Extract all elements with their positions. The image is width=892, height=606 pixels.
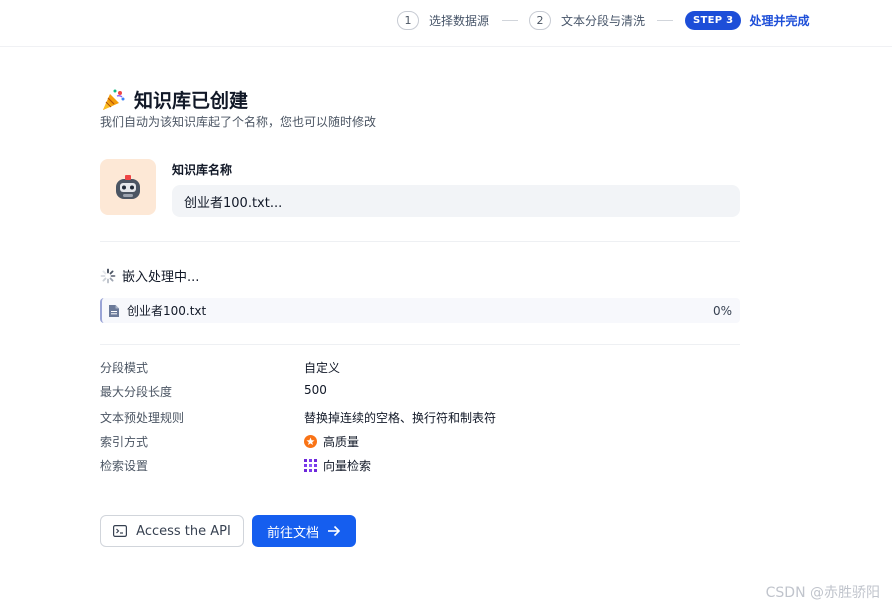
detail-row-preprocess: 文本预处理规则 替换掉连续的空格、换行符和制表符 [100, 409, 740, 427]
detail-value: 500 [304, 383, 327, 397]
detail-key: 检索设置 [100, 459, 149, 473]
access-api-button[interactable]: Access the API [100, 515, 244, 547]
embedding-status-text: 嵌入处理中... [122, 270, 200, 285]
access-api-label: Access the API [136, 523, 231, 539]
step-connector [657, 20, 673, 21]
kb-name-label: 知识库名称 [172, 163, 233, 177]
step-1-label: 选择数据源 [429, 14, 490, 28]
kb-avatar[interactable] [100, 159, 156, 215]
step-3-pill: STEP 3 [685, 11, 742, 30]
step-2-number: 2 [529, 11, 551, 30]
step-3-label: 处理并完成 [749, 14, 810, 28]
step-1-number: 1 [397, 11, 419, 30]
embedding-status: 嵌入处理中... [100, 266, 199, 285]
detail-value: 替换掉连续的空格、换行符和制表符 [304, 411, 497, 425]
go-to-document-label: 前往文档 [266, 525, 319, 541]
step-1: 1 选择数据源 [397, 10, 489, 31]
detail-row-max-length: 最大分段长度 500 [100, 383, 740, 401]
step-2: 2 文本分段与清洗 [529, 10, 645, 31]
detail-value: 向量检索 [323, 459, 372, 473]
terminal-icon [113, 525, 128, 537]
kb-name-input[interactable]: 创业者100.txt... [172, 185, 740, 217]
step-3: STEP 3 处理并完成 [685, 10, 809, 31]
detail-row-index-mode: 索引方式 高质量 [100, 433, 740, 451]
page: 1 选择数据源 2 文本分段与清洗 STEP 3 处理并完成 知识库已创建 我们… [0, 0, 892, 606]
detail-key: 分段模式 [100, 361, 149, 375]
step-connector [502, 20, 518, 21]
watermark: CSDN @赤胜骄阳 [765, 585, 880, 601]
detail-value: 高质量 [323, 435, 360, 449]
stepper: 1 选择数据源 2 文本分段与清洗 STEP 3 处理并完成 [0, 0, 892, 47]
divider [100, 241, 740, 242]
detail-value-wrapper: 高质量 [304, 433, 359, 450]
high-quality-icon [304, 435, 317, 448]
detail-key: 最大分段长度 [100, 385, 173, 399]
detail-row-segment-mode: 分段模式 自定义 [100, 359, 740, 377]
detail-key: 索引方式 [100, 435, 149, 449]
vector-search-icon [304, 459, 317, 472]
arrow-right-icon [328, 525, 341, 537]
title-row: 知识库已创建 [100, 86, 248, 113]
robot-icon [116, 175, 140, 199]
document-icon [109, 304, 119, 317]
step-2-label: 文本分段与清洗 [561, 14, 646, 28]
divider [100, 344, 740, 345]
loading-spinner-icon [100, 268, 116, 283]
party-popper-icon [103, 89, 125, 110]
detail-row-retrieval: 检索设置 向量检索 [100, 457, 740, 475]
detail-value: 自定义 [304, 361, 341, 375]
page-title: 知识库已创建 [134, 90, 249, 112]
file-progress-percent: 0% [712, 303, 732, 318]
detail-key: 文本预处理规则 [100, 411, 185, 425]
file-progress-row: 创业者100.txt 0% [100, 298, 740, 323]
page-subtitle: 我们自动为该知识库起了个名称，您也可以随时修改 [100, 115, 377, 129]
detail-value-wrapper: 向量检索 [304, 457, 371, 474]
file-name: 创业者100.txt [127, 304, 207, 318]
go-to-document-button[interactable]: 前往文档 [252, 515, 356, 547]
